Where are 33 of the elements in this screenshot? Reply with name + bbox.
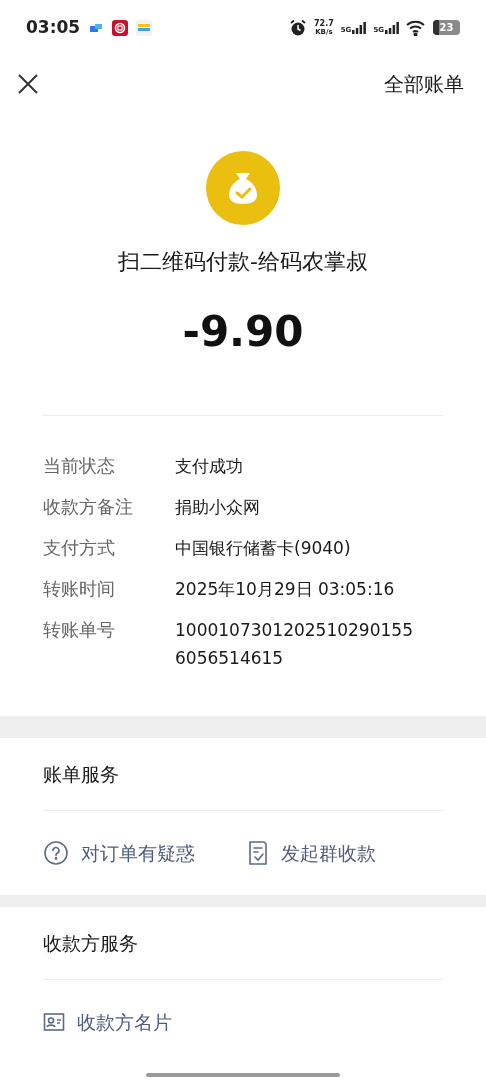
payment-title: 扫二维码付款-给码农掌叔 [118,248,368,276]
close-icon [17,73,39,95]
detail-label: 支付方式 [43,536,116,560]
bank-app-icon [112,19,129,36]
detail-value: 2025年10月29日 03:05:16 [175,578,396,601]
signal-icon [352,21,367,34]
receipt-icon [247,840,269,866]
battery-percent: 23 [439,21,454,35]
detail-value: 中国银行储蓄卡(9040) [175,537,352,560]
wallet-app-icon [136,19,153,36]
detail-label: 转账单号 [43,618,116,642]
contact-card-icon [43,1012,65,1032]
money-bag-icon [206,151,280,225]
close-button[interactable] [16,72,40,96]
alarm-icon [289,18,307,37]
detail-value: 捐助小众网 [175,496,261,519]
status-time: 03:05 [26,15,81,39]
payment-amount: -9.90 [182,306,304,358]
detail-label: 转账时间 [43,577,116,601]
signal-icon [385,21,399,34]
detail-value: 1000107301202510290155 6056514615 [175,619,414,670]
network-speed: 72.7 [314,18,334,28]
section-title: 收款方服务 [43,930,138,956]
detail-value: 支付成功 [175,455,244,478]
question-icon [43,840,69,866]
service-action[interactable]: 发起群收款 [247,838,376,868]
service-action[interactable]: 收款方名片 [43,1007,172,1037]
all-bills-link[interactable]: 全部账单 [384,69,470,99]
detail-label: 当前状态 [43,454,116,478]
detail-label: 收款方备注 [43,495,134,519]
service-action[interactable]: 对订单有疑惑 [43,838,195,868]
section-title: 账单服务 [43,761,119,787]
wifi-icon [406,19,426,36]
